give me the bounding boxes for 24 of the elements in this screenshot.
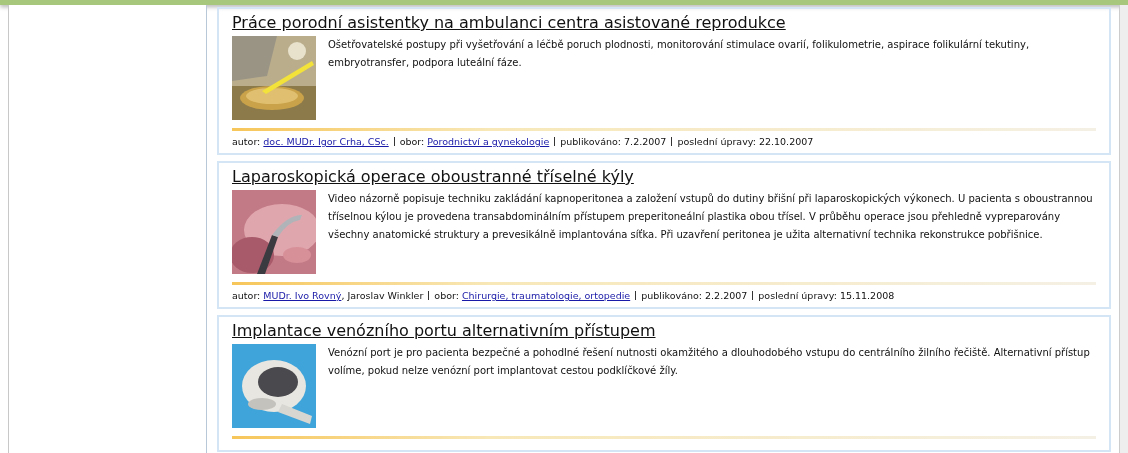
meta-value: , Jaroslav Winkler <box>341 290 424 301</box>
meta-label: autor: <box>232 136 261 147</box>
meta-value: 15.11.2008 <box>839 290 895 301</box>
article-description: Ošetřovatelské postupy při vyšetřování a léčbě poruch plodnosti, monitorování stimulace ovarií, folikulometrie, aspirace folikulární tekutiny, embryotransfer, podpora luteální fáze. <box>328 38 1031 70</box>
meta-link[interactable]: Porodnictví a gynekologie <box>427 136 550 147</box>
meta-link[interactable]: MUDr. Ivo Rovný <box>263 290 342 301</box>
meta-label: obor: <box>399 136 425 147</box>
meta-label: poslední úpravy: <box>758 290 837 301</box>
meta-label: publikováno: <box>560 136 622 147</box>
article-description: Video názorně popisuje techniku zakládání kapnoperitonea a založení vstupů do dutiny břišní při laparoskopických výkonech. U pacienta s oboustrannou tříselnou kýlou je provedena transabdominálním přístupem preperitoneální plastika obou třísel. V průběhu operace jsou přehledně vypreparovány všechny anatomické struktury a prevesikálně implantována síťka. Při uzavření peritonea je užita alternativní technika rekonstrukce pobřišnice. <box>328 192 1094 242</box>
meta-label: autor: <box>232 290 261 301</box>
meta-label: publikováno: <box>641 290 703 301</box>
article-title-link[interactable]: Laparoskopická operace oboustranné tříselné kýly <box>232 167 634 186</box>
article-title-link[interactable]: Práce porodní asistentky na ambulanci centra asistované reprodukce <box>232 13 786 32</box>
meta-value: 22.10.2007 <box>758 136 814 147</box>
article-title-link[interactable]: Implantace venózního portu alternativním přístupem <box>232 321 656 340</box>
meta-label: poslední úpravy: <box>677 136 756 147</box>
meta-label: obor: <box>434 290 459 301</box>
meta-link[interactable]: Chirurgie, traumatologie, ortopedie <box>461 290 631 301</box>
meta-value: 2.2.2007 <box>705 290 748 301</box>
meta-link[interactable]: doc. MUDr. Igor Crha, CSc. <box>263 136 389 147</box>
meta-value: 7.2.2007 <box>624 136 667 147</box>
article-description: Venózní port je pro pacienta bezpečné a pohodlné řešení nutnosti okamžitého a dlouhodobého vstupu do centrálního žilního řečiště. Alternativní přístup volíme, pokud nelze venózní port implantovat cestou podklíčkové žíly. <box>328 346 1091 378</box>
scrollbar[interactable] <box>1119 5 1128 453</box>
